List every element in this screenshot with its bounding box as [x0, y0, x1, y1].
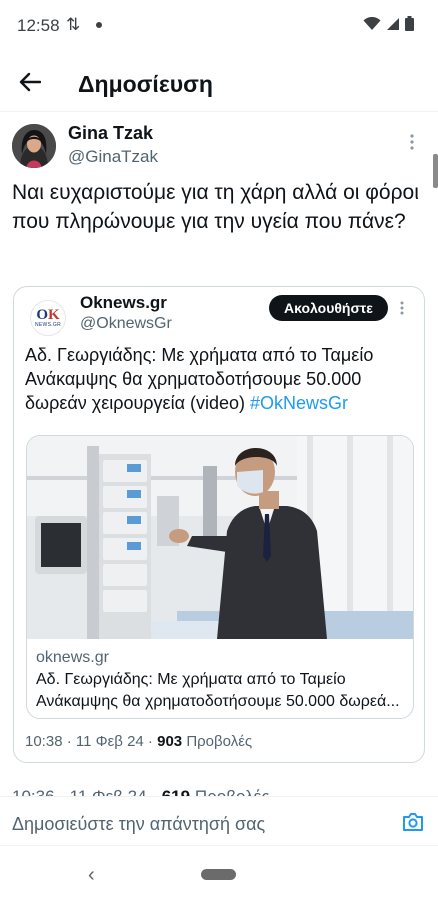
status-bar: 12:58 ⇅ — [0, 0, 438, 52]
status-time: 12:58 — [17, 16, 60, 35]
quoted-post[interactable]: OK NEWS.GR Oknews.gr @OknewsGr Ακολουθήσ… — [13, 286, 425, 763]
page-title: Δημοσίευση — [78, 71, 213, 97]
link-preview-image — [27, 436, 413, 639]
camera-icon — [403, 813, 423, 831]
signal-icon — [387, 17, 399, 30]
app-header: Δημοσίευση — [0, 52, 438, 112]
quoted-date: 11 Φεβ 24 — [75, 733, 144, 750]
quoted-meta: 10:38 · 11 Φεβ 24 · 903 Προβολές — [25, 733, 253, 750]
scrollbar[interactable] — [433, 154, 438, 188]
link-title: Αδ. Γεωργιάδης: Με χρήματα από το Ταμείο… — [36, 671, 400, 710]
hashtag-link[interactable]: #OkNewsGr — [250, 393, 348, 413]
avatar-image — [12, 124, 56, 168]
link-preview-card[interactable]: oknews.gr Αδ. Γεωργιάδης: Με χρήματα από… — [26, 435, 414, 719]
nav-back-icon[interactable]: ‹ — [88, 864, 95, 887]
notification-dot-icon — [96, 22, 102, 28]
quoted-time: 10:38 — [25, 733, 63, 750]
link-domain: oknews.gr — [36, 649, 109, 666]
author-handle[interactable]: @GinaTzak — [68, 147, 158, 167]
avatar[interactable] — [12, 124, 56, 168]
battery-icon — [405, 16, 414, 31]
camera-button[interactable] — [398, 808, 428, 836]
system-nav-bar: ‹ — [0, 846, 438, 900]
oknews-logo-icon: OK — [36, 307, 60, 323]
logo-subtitle: NEWS.GR — [35, 322, 61, 328]
reply-bar: Δημοσιεύστε την απάντησή σας — [0, 796, 438, 846]
post-text: Ναι ευχαριστούμε για τη χάρη αλλά οι φόρ… — [12, 181, 419, 233]
more-options-icon[interactable] — [410, 134, 414, 155]
quoted-author-name[interactable]: Oknews.gr — [80, 293, 167, 313]
back-button[interactable] — [14, 66, 46, 98]
follow-button[interactable]: Ακολουθήστε — [269, 295, 388, 321]
nav-home-handle[interactable] — [201, 869, 236, 880]
author-name[interactable]: Gina Tzak — [68, 123, 153, 144]
quoted-author-handle[interactable]: @OknewsGr — [80, 315, 172, 333]
sync-icon: ⇅ — [66, 15, 81, 34]
reply-input[interactable]: Δημοσιεύστε την απάντησή σας — [12, 814, 265, 835]
quoted-views-count: 903 — [157, 733, 183, 750]
wifi-icon — [363, 16, 381, 30]
quoted-views-label: Προβολές — [186, 733, 253, 750]
arrow-left-icon — [19, 72, 41, 92]
status-icons — [363, 16, 414, 31]
quoted-avatar[interactable]: OK NEWS.GR — [30, 300, 66, 336]
more-options-icon[interactable] — [400, 301, 404, 320]
quoted-text: Αδ. Γεωργιάδης: Με χρήματα από το Ταμείο… — [25, 345, 374, 413]
